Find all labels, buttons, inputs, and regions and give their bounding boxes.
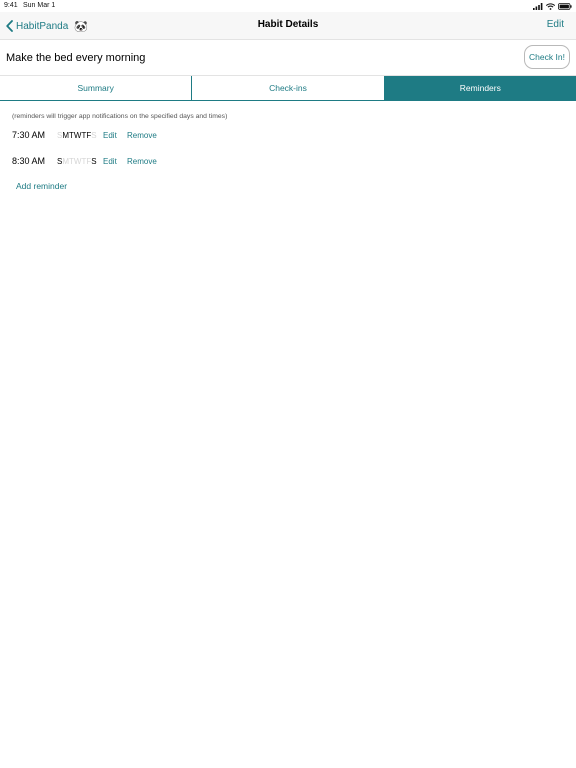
reminder-days: SMTWTFS bbox=[57, 157, 103, 166]
day-saturday: S bbox=[91, 130, 97, 140]
status-bar: 9:41 Sun Mar 1 bbox=[0, 0, 576, 12]
tab-reminders[interactable]: Reminders bbox=[384, 76, 576, 100]
status-time: 9:41 bbox=[4, 2, 18, 9]
edit-button[interactable]: Edit bbox=[547, 19, 564, 30]
day-monday: M bbox=[62, 130, 70, 140]
edit-reminder-button[interactable]: Edit bbox=[103, 157, 127, 166]
status-date: Sun Mar 1 bbox=[23, 2, 56, 9]
panda-icon: 🐼 bbox=[74, 20, 88, 33]
wifi-icon bbox=[546, 2, 555, 10]
reminder-days: SMTWTFS bbox=[57, 131, 103, 140]
habit-name: Make the bed every morning bbox=[6, 52, 146, 64]
navigation-bar: HabitPanda 🐼 Habit Details Edit bbox=[0, 12, 576, 40]
habit-header: Make the bed every morning Check In! bbox=[0, 40, 576, 76]
day-saturday: S bbox=[91, 156, 97, 166]
battery-icon bbox=[558, 2, 572, 10]
tab-summary[interactable]: Summary bbox=[0, 76, 193, 100]
add-reminder-button[interactable]: Add reminder bbox=[16, 181, 67, 191]
edit-reminder-button[interactable]: Edit bbox=[103, 131, 127, 140]
status-icons bbox=[533, 2, 572, 10]
tab-bar: Summary Check-ins Reminders bbox=[0, 76, 576, 101]
signal-icon bbox=[533, 2, 543, 10]
chevron-left-icon bbox=[6, 20, 13, 32]
day-monday: M bbox=[62, 156, 70, 166]
reminder-row: 8:30 AM SMTWTFS Edit Remove bbox=[12, 154, 157, 168]
back-button-label: HabitPanda bbox=[16, 20, 69, 32]
check-in-button[interactable]: Check In! bbox=[524, 45, 570, 69]
reminder-time: 7:30 AM bbox=[12, 130, 46, 140]
remove-reminder-button[interactable]: Remove bbox=[127, 131, 157, 140]
reminder-row: 7:30 AM SMTWTFS Edit Remove bbox=[12, 128, 157, 142]
tab-check-ins[interactable]: Check-ins bbox=[192, 76, 385, 100]
back-button[interactable]: HabitPanda 🐼 bbox=[6, 18, 88, 34]
reminders-hint: (reminders will trigger app notification… bbox=[12, 113, 228, 120]
remove-reminder-button[interactable]: Remove bbox=[127, 157, 157, 166]
reminder-time: 8:30 AM bbox=[12, 156, 46, 166]
